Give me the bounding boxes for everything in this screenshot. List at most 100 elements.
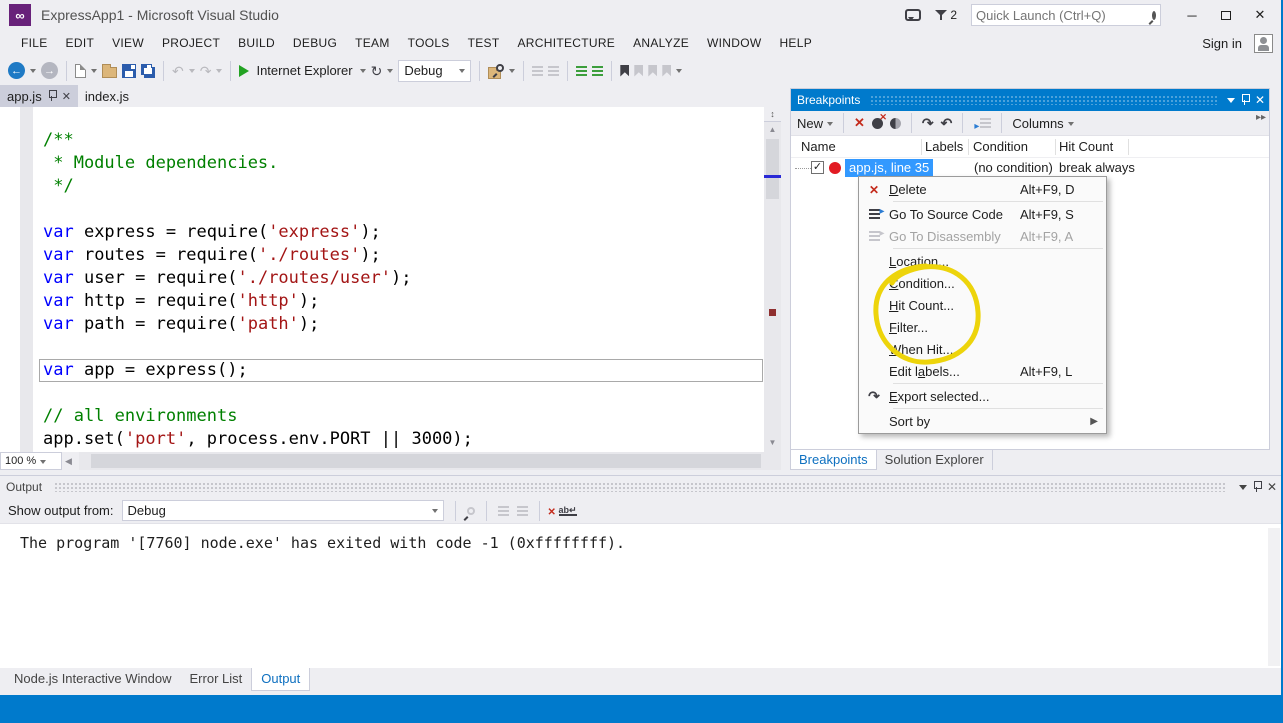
redo-button[interactable]: ↷ — [200, 64, 212, 78]
code-line[interactable]: app.set('port', process.env.PORT || 3000… — [0, 428, 781, 451]
delete-all-breakpoints-icon[interactable] — [872, 118, 883, 129]
context-menu-item-condition-[interactable]: Condition... — [859, 272, 1106, 294]
toggle-all-breakpoints-icon[interactable] — [890, 118, 901, 129]
breakpoints-panel-header[interactable]: Breakpoints ✕ — [791, 89, 1269, 111]
document-tab-index.js[interactable]: index.js — [78, 85, 136, 107]
context-menu-item-hit-count-[interactable]: Hit Count... — [859, 294, 1106, 316]
redo-dropdown-icon[interactable] — [216, 69, 222, 76]
vertical-scroll-thumb[interactable] — [766, 139, 779, 199]
editor-horizontal-scrollbar[interactable] — [79, 452, 781, 470]
comment-lines-icon[interactable] — [576, 66, 587, 76]
find-in-files-icon[interactable] — [488, 64, 504, 78]
code-line[interactable]: var express = require('express'); — [0, 221, 781, 244]
quick-launch-box[interactable] — [971, 4, 1161, 26]
go-to-source-icon[interactable]: ↷ — [922, 115, 934, 132]
scroll-down-icon[interactable]: ▼ — [764, 438, 781, 447]
uncomment-lines-icon[interactable] — [592, 66, 603, 76]
output-source-combo[interactable]: Debug — [122, 500, 444, 521]
bottom-tab-output[interactable]: Output — [251, 668, 310, 691]
column-header-condition[interactable]: Condition — [973, 139, 1028, 154]
navigate-back-dropdown-icon[interactable] — [30, 69, 36, 76]
toggle-word-wrap-icon[interactable]: ab↵ — [559, 506, 577, 516]
editor-vertical-scrollbar[interactable]: ↕ ▲ ▼ — [764, 107, 781, 452]
menu-help[interactable]: HELP — [770, 30, 821, 56]
context-menu-item-go-to-source-code[interactable]: Go To Source CodeAlt+F9, S — [859, 203, 1106, 225]
open-file-button[interactable] — [102, 67, 117, 78]
feedback-icon[interactable] — [905, 9, 921, 21]
save-button[interactable] — [122, 64, 136, 78]
column-separator[interactable] — [1128, 139, 1129, 155]
browser-link-dropdown-icon[interactable] — [387, 69, 393, 76]
new-file-button[interactable] — [75, 64, 86, 78]
column-header-name[interactable]: Name — [801, 139, 836, 154]
horizontal-scroll-thumb[interactable] — [91, 454, 761, 468]
code-line[interactable]: var path = require('path'); — [0, 313, 781, 336]
code-line[interactable]: var http = require('http'); — [0, 290, 781, 313]
column-header-hit-count[interactable]: Hit Count — [1059, 139, 1113, 154]
breakpoint-checkbox[interactable]: ✓ — [811, 161, 824, 174]
output-console-text[interactable]: The program '[7760] node.exe' has exited… — [0, 524, 1283, 552]
new-file-dropdown-icon[interactable] — [91, 69, 97, 76]
editor-zoom-combo[interactable]: 100 % — [0, 452, 62, 470]
delete-breakpoint-icon[interactable]: ✕ — [854, 115, 865, 131]
current-line[interactable]: var app = express(); — [39, 359, 763, 382]
column-separator[interactable] — [1055, 139, 1056, 155]
code-editor[interactable]: /** * Module dependencies. */var express… — [0, 107, 781, 452]
menu-view[interactable]: VIEW — [103, 30, 153, 56]
code-line[interactable] — [0, 382, 781, 405]
column-header-labels[interactable]: Labels — [925, 139, 963, 154]
code-line[interactable]: */ — [0, 175, 781, 198]
column-separator[interactable] — [921, 139, 922, 155]
context-menu-item-sort-by[interactable]: Sort by▶ — [859, 410, 1106, 432]
navigate-back-button[interactable]: ← — [8, 62, 25, 79]
toolbar-overflow-icon[interactable] — [676, 69, 682, 76]
menu-build[interactable]: BUILD — [229, 30, 284, 56]
quick-launch-input[interactable] — [976, 8, 1152, 23]
menu-test[interactable]: TEST — [459, 30, 509, 56]
undo-button[interactable]: ↶ — [172, 64, 184, 78]
navigate-forward-button[interactable]: → — [41, 62, 58, 79]
context-menu-item-delete[interactable]: DeleteAlt+F9, D — [859, 178, 1106, 200]
window-position-icon[interactable] — [1227, 98, 1235, 107]
go-to-disassembly-icon[interactable]: ↶ — [941, 115, 953, 132]
save-all-button[interactable] — [141, 64, 152, 75]
debug-target-label[interactable]: Internet Explorer — [256, 63, 352, 78]
code-content[interactable]: /** * Module dependencies. */var express… — [0, 107, 781, 451]
close-panel-icon[interactable]: ✕ — [1255, 93, 1265, 107]
code-line[interactable]: var routes = require('./routes'); — [0, 244, 781, 267]
browser-link-refresh-icon[interactable]: ↻ — [371, 64, 383, 78]
context-menu-item-export-selected-[interactable]: Export selected... — [859, 385, 1106, 407]
output-panel-header[interactable]: Output ✕ — [0, 476, 1283, 498]
debug-target-dropdown-icon[interactable] — [360, 69, 366, 76]
context-menu-item-edit-labels-[interactable]: Edit labels...Alt+F9, L — [859, 360, 1106, 382]
document-tab-app.js[interactable]: app.js✕ — [0, 85, 78, 107]
pin-icon[interactable] — [1253, 481, 1261, 493]
undo-dropdown-icon[interactable] — [189, 69, 195, 76]
close-tab-icon[interactable]: ✕ — [62, 90, 71, 103]
toolbar-overflow-chevron-icon[interactable]: ▸▸ — [1256, 112, 1266, 123]
pin-icon[interactable] — [48, 90, 56, 102]
panel-tab-breakpoints[interactable]: Breakpoints — [790, 450, 877, 470]
scroll-left-icon[interactable]: ◀ — [62, 456, 75, 467]
bottom-tab-node-js-interactive-window[interactable]: Node.js Interactive Window — [5, 668, 181, 690]
close-button[interactable]: ✕ — [1243, 2, 1277, 28]
column-separator[interactable] — [968, 139, 969, 155]
menu-team[interactable]: TEAM — [346, 30, 399, 56]
context-menu-item-location-[interactable]: Location... — [859, 250, 1106, 272]
menu-edit[interactable]: EDIT — [57, 30, 104, 56]
sign-in-link[interactable]: Sign in — [1202, 36, 1242, 51]
minimize-button[interactable]: ─ — [1175, 2, 1209, 28]
menu-window[interactable]: WINDOW — [698, 30, 770, 56]
panel-tab-solution-explorer[interactable]: Solution Explorer — [877, 450, 993, 470]
code-line[interactable]: /** — [0, 129, 781, 152]
maximize-button[interactable] — [1209, 2, 1243, 28]
code-line[interactable]: // all environments — [0, 405, 781, 428]
find-dropdown-icon[interactable] — [509, 69, 515, 76]
code-line[interactable] — [0, 336, 781, 359]
breakpoint-name[interactable]: app.js, line 35 — [845, 159, 933, 177]
bottom-tab-error-list[interactable]: Error List — [181, 668, 252, 690]
start-debugging-icon[interactable] — [239, 65, 249, 77]
code-line[interactable]: var user = require('./routes/user'); — [0, 267, 781, 290]
breakpoint-row[interactable]: ✓ app.js, line 35 (no condition) break a… — [791, 158, 1269, 178]
menu-project[interactable]: PROJECT — [153, 30, 229, 56]
